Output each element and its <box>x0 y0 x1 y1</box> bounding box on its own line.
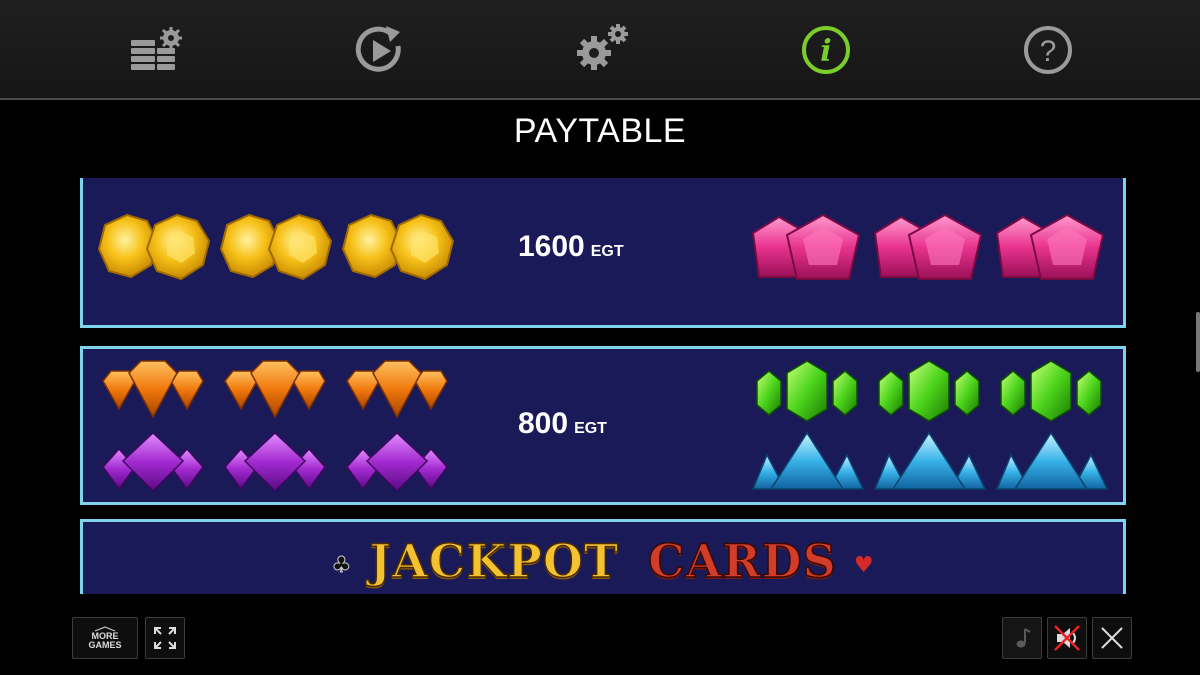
svg-text:?: ? <box>1040 35 1057 68</box>
game-logo-panel: ♣ JACKPOT CARDS ♥ <box>80 519 1126 594</box>
payout-unit: EGT <box>574 420 607 437</box>
club-suit-icon: ♣ <box>331 552 353 579</box>
info-button[interactable]: i <box>798 22 854 78</box>
paytable-scroll-area[interactable]: 1600 EGT 800 EGT ♣ JACKPOT CARDS ♥ <box>80 178 1126 594</box>
settings-button[interactable] <box>574 22 630 78</box>
replay-icon <box>355 26 401 72</box>
speaker-muted-icon <box>1054 625 1080 651</box>
help-button[interactable]: ? <box>1020 22 1076 78</box>
payout-value: 800 EGT <box>518 407 607 441</box>
green-gem-icon <box>756 360 1102 422</box>
bet-settings-button[interactable] <box>129 22 185 78</box>
info-icon: i <box>802 26 850 74</box>
fullscreen-button[interactable] <box>145 617 185 659</box>
yellow-gem-icon <box>97 213 454 281</box>
paytable-row-1600: 1600 EGT <box>80 178 1126 328</box>
blue-gem-icon <box>751 431 1108 490</box>
music-toggle-button[interactable] <box>1002 617 1042 659</box>
orange-gem-icon <box>102 360 448 419</box>
pink-gem-icon <box>751 213 1104 280</box>
scrollbar-handle[interactable] <box>1196 312 1200 372</box>
top-toolbar: i ? <box>0 0 1200 100</box>
sound-toggle-button[interactable] <box>1047 617 1087 659</box>
payout-value: 1600 EGT <box>518 230 624 264</box>
question-icon: ? <box>1024 26 1072 74</box>
payout-unit: EGT <box>590 243 624 260</box>
payout-amount: 1600 <box>518 230 585 263</box>
page-title: PAYTABLE <box>513 112 687 150</box>
svg-text:i: i <box>820 34 831 69</box>
coin-stack-gear-icon <box>131 27 182 70</box>
purple-gem-icon <box>102 431 448 493</box>
fullscreen-icon <box>154 627 176 649</box>
game-logo: ♣ JACKPOT CARDS ♥ <box>83 533 1123 589</box>
more-games-button[interactable]: MORE GAMES <box>72 617 138 659</box>
more-games-label-2: GAMES <box>88 640 122 650</box>
logo-word-jackpot: JACKPOT <box>368 533 620 589</box>
paytable-row-800: 800 EGT <box>80 346 1126 505</box>
close-button[interactable] <box>1092 617 1132 659</box>
close-icon <box>1101 627 1123 649</box>
autoplay-button[interactable] <box>352 22 408 78</box>
gears-icon <box>577 24 628 70</box>
music-note-icon <box>1016 628 1031 648</box>
heart-suit-icon: ♥ <box>853 552 875 578</box>
payout-amount: 800 <box>518 407 569 440</box>
logo-word-cards: CARDS <box>647 533 837 589</box>
